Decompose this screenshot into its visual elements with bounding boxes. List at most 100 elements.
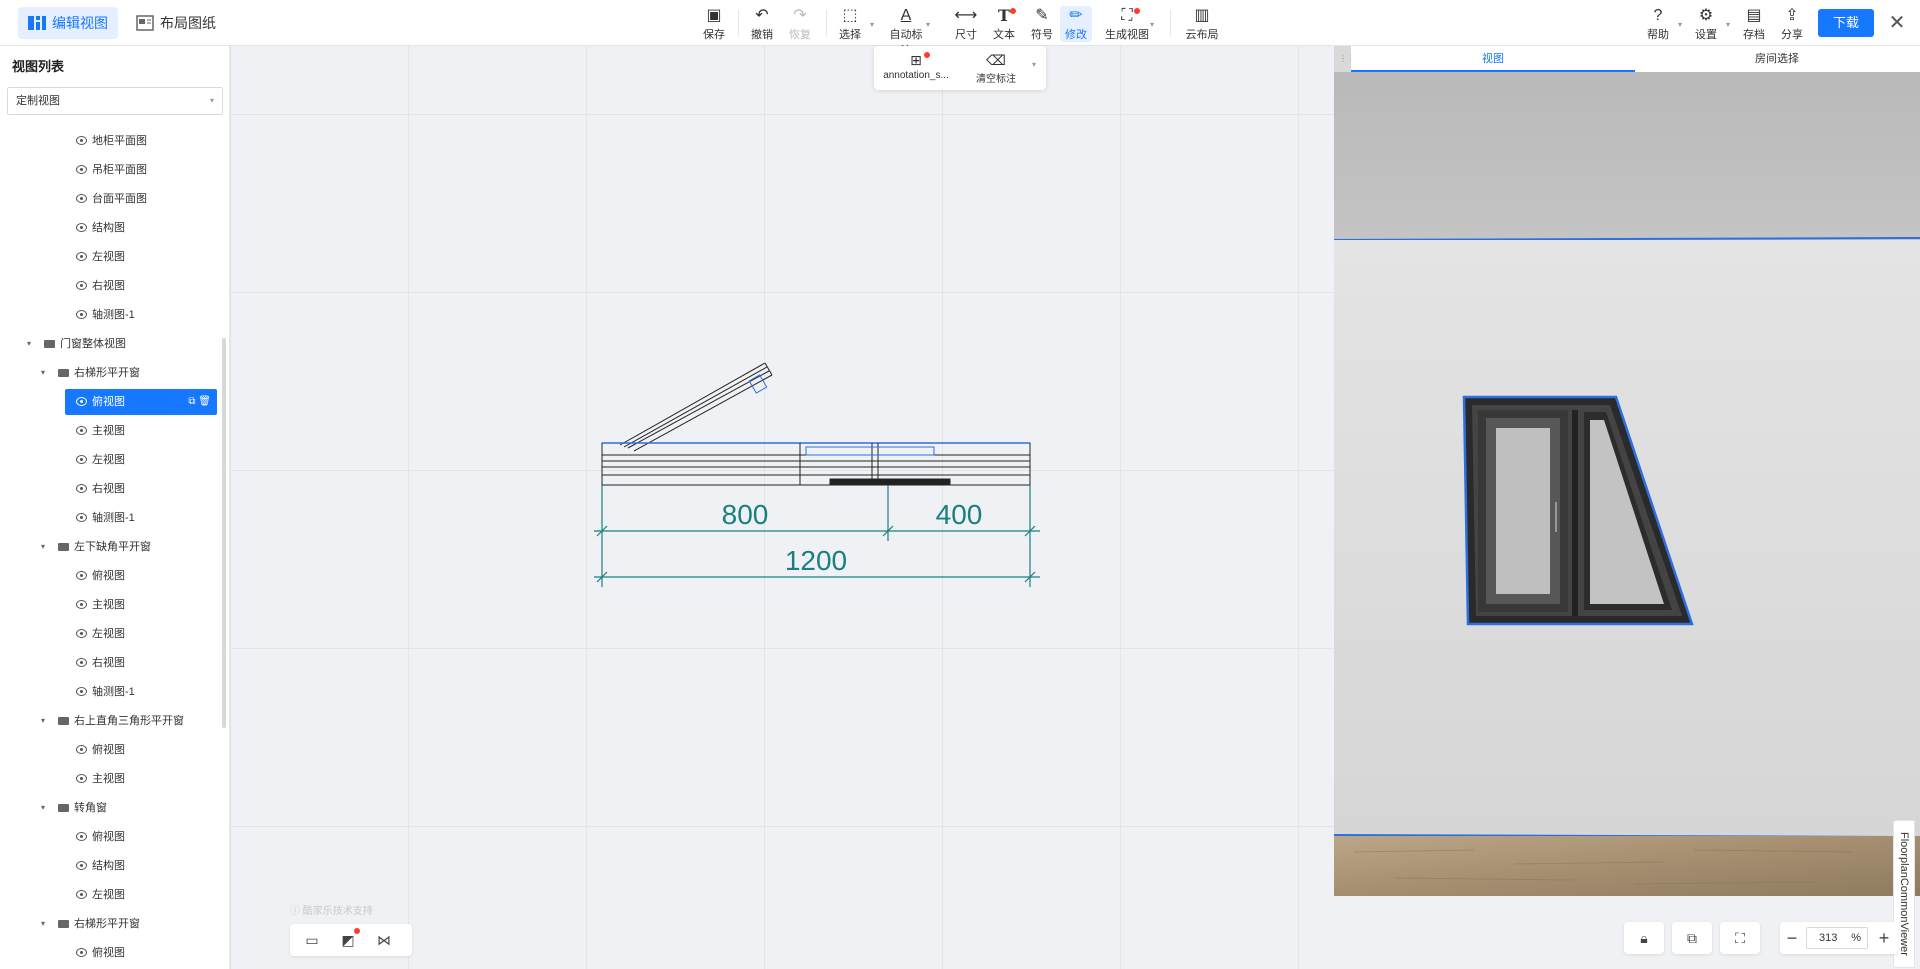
text-label: 文本: [993, 29, 1015, 41]
lock-icon[interactable]: 🔒︎: [1624, 922, 1664, 954]
preview-tabs: 视图 房间选择: [1351, 46, 1920, 72]
tab-room-select[interactable]: 房间选择: [1635, 46, 1919, 72]
tree-item-label: 轴测图-1: [92, 686, 135, 698]
tree-view-item[interactable]: 结构图: [0, 215, 218, 241]
dimension-left[interactable]: 800: [722, 499, 769, 530]
tree-view-item[interactable]: 主视图: [0, 592, 218, 618]
tree-view-item[interactable]: 俯视图: [0, 824, 218, 850]
redo-button[interactable]: ↷ 恢复: [780, 6, 820, 42]
copy-icon[interactable]: ⧉: [188, 396, 195, 407]
share-label: 分享: [1781, 29, 1803, 41]
chevron-down-icon[interactable]: ▾: [1150, 20, 1154, 29]
tree-view-item[interactable]: 右视图: [0, 273, 218, 299]
tree-view-item[interactable]: 俯视图 ⧉ 🗑︎: [65, 389, 217, 415]
watermark-text: 酷家乐技术支持: [302, 906, 373, 917]
tree-folder[interactable]: ▾ 左下缺角平开窗: [0, 534, 218, 560]
generate-view-button[interactable]: ⛶ 生成视图 ▾: [1104, 6, 1154, 42]
select-button[interactable]: ⬚ 选择 ▾: [830, 6, 874, 42]
tree-view-item[interactable]: 左视图: [0, 244, 218, 270]
tree-folder[interactable]: ▾ 转角窗: [0, 795, 218, 821]
tree-view-item[interactable]: 轴测图-1: [0, 679, 218, 705]
tree-view-item[interactable]: 俯视图: [0, 563, 218, 589]
tree-view-item[interactable]: 台面平面图: [0, 186, 218, 212]
annotation-style-button[interactable]: ⊞ annotation_s...: [876, 50, 956, 81]
zoom-in-icon[interactable]: +: [1874, 922, 1894, 954]
text-button[interactable]: T 文本: [984, 6, 1024, 42]
tab-layout-drawing[interactable]: 布局图纸: [126, 7, 226, 39]
row-actions[interactable]: ⧉ 🗑︎: [188, 389, 211, 415]
archive-button[interactable]: ▤ 存档: [1734, 6, 1774, 42]
auto-annotate-icon: A: [900, 7, 912, 24]
tree-folder[interactable]: ▾ 右梯形平开窗: [0, 911, 218, 937]
chevron-down-icon[interactable]: ▾: [38, 911, 48, 937]
tree-view-item[interactable]: 右视图: [0, 650, 218, 676]
tree-view-item[interactable]: 左视图: [0, 621, 218, 647]
download-button[interactable]: 下载: [1818, 9, 1874, 37]
tree-folder[interactable]: ▾ 门窗整体视图: [0, 331, 218, 357]
link-icon[interactable]: ⋈: [372, 930, 396, 950]
fill-icon[interactable]: ◩: [336, 928, 360, 950]
chevron-down-icon[interactable]: ▾: [38, 708, 48, 734]
modify-button[interactable]: ✏ 修改: [1060, 6, 1092, 42]
tree-item-label: 门窗整体视图: [60, 338, 126, 350]
dimension-total[interactable]: 1200: [785, 545, 847, 576]
eye-icon: [76, 165, 87, 174]
chevron-down-icon[interactable]: ▾: [38, 360, 48, 386]
chevron-down-icon[interactable]: ▾: [926, 20, 930, 29]
window-top-view-drawing[interactable]: 800 400 1200: [590, 355, 1050, 595]
3d-scene[interactable]: [1334, 72, 1920, 896]
symbol-button[interactable]: ✎ 符号: [1022, 6, 1062, 42]
eye-icon: [76, 745, 87, 754]
tree-view-item[interactable]: 右视图: [0, 476, 218, 502]
delete-icon[interactable]: 🗑︎: [198, 396, 211, 407]
zoom-input[interactable]: 313 %: [1806, 927, 1868, 949]
chevron-down-icon[interactable]: ▾: [24, 331, 34, 357]
tree-view-item[interactable]: 左视图: [0, 447, 218, 473]
settings-button[interactable]: ⚙ 设置 ▾: [1686, 6, 1730, 42]
tree-view-item[interactable]: 俯视图: [0, 940, 218, 966]
tree-view-item[interactable]: 左视图: [0, 882, 218, 908]
help-button[interactable]: ? 帮助 ▾: [1638, 6, 1682, 42]
tab-layout-drawing-label: 布局图纸: [160, 15, 216, 31]
folder-icon: [58, 543, 69, 551]
tab-view[interactable]: 视图: [1351, 46, 1635, 72]
cloud-layout-button[interactable]: ▥ 云布局: [1182, 6, 1222, 42]
dimension-button[interactable]: ⟷ 尺寸: [946, 6, 986, 42]
clear-annotations-button[interactable]: ⌫ 清空标注: [956, 50, 1036, 85]
fit-view-icon[interactable]: ⛶: [1720, 922, 1760, 954]
frame-icon[interactable]: ▭: [300, 930, 324, 950]
tab-edit-view[interactable]: 编辑视图: [18, 7, 118, 39]
save-button[interactable]: ▣ 保存: [694, 6, 734, 42]
switch-view-icon[interactable]: ⧉: [1672, 922, 1712, 954]
tree-view-item[interactable]: 吊柜平面图: [0, 157, 218, 183]
tree-view-item[interactable]: 俯视图: [0, 737, 218, 763]
chevron-down-icon[interactable]: ▾: [38, 795, 48, 821]
scrollbar[interactable]: [222, 338, 226, 728]
tree-item-label: 俯视图: [92, 947, 125, 959]
dimension-right[interactable]: 400: [936, 499, 983, 530]
tree-view-item[interactable]: 主视图: [0, 418, 218, 444]
chevron-down-icon[interactable]: ▾: [1678, 20, 1682, 29]
tree-view-item[interactable]: 结构图: [0, 853, 218, 879]
ceiling: [1334, 72, 1920, 240]
tree-folder[interactable]: ▾ 右梯形平开窗: [0, 360, 218, 386]
tree-item-label: 右视图: [92, 483, 125, 495]
close-icon[interactable]: ✕: [1884, 10, 1910, 36]
auto-annotate-button[interactable]: A 自动标注 ▾: [886, 6, 931, 57]
view-type-select[interactable]: 定制视图 ▾: [7, 87, 223, 115]
chevron-down-icon[interactable]: ▾: [1726, 20, 1730, 29]
tree-folder[interactable]: ▾ 右上直角三角形平开窗: [0, 708, 218, 734]
undo-button[interactable]: ↶ 撤销: [742, 6, 782, 42]
zoom-out-icon[interactable]: −: [1782, 922, 1802, 954]
tree-view-item[interactable]: 轴测图-1: [0, 505, 218, 531]
chevron-down-icon[interactable]: ▾: [1032, 60, 1036, 69]
chevron-down-icon[interactable]: ▾: [870, 20, 874, 29]
tree-item-label: 俯视图: [92, 831, 125, 843]
share-button[interactable]: ⇪ 分享: [1772, 6, 1812, 42]
chevron-down-icon[interactable]: ▾: [38, 534, 48, 560]
tree-view-item[interactable]: 轴测图-1: [0, 302, 218, 328]
tree-item-label: 结构图: [92, 860, 125, 872]
tree-view-item[interactable]: 地柜平面图: [0, 128, 218, 154]
3d-preview-panel: ⋮⋮ 视图 房间选择: [1334, 46, 1920, 896]
tree-view-item[interactable]: 主视图: [0, 766, 218, 792]
